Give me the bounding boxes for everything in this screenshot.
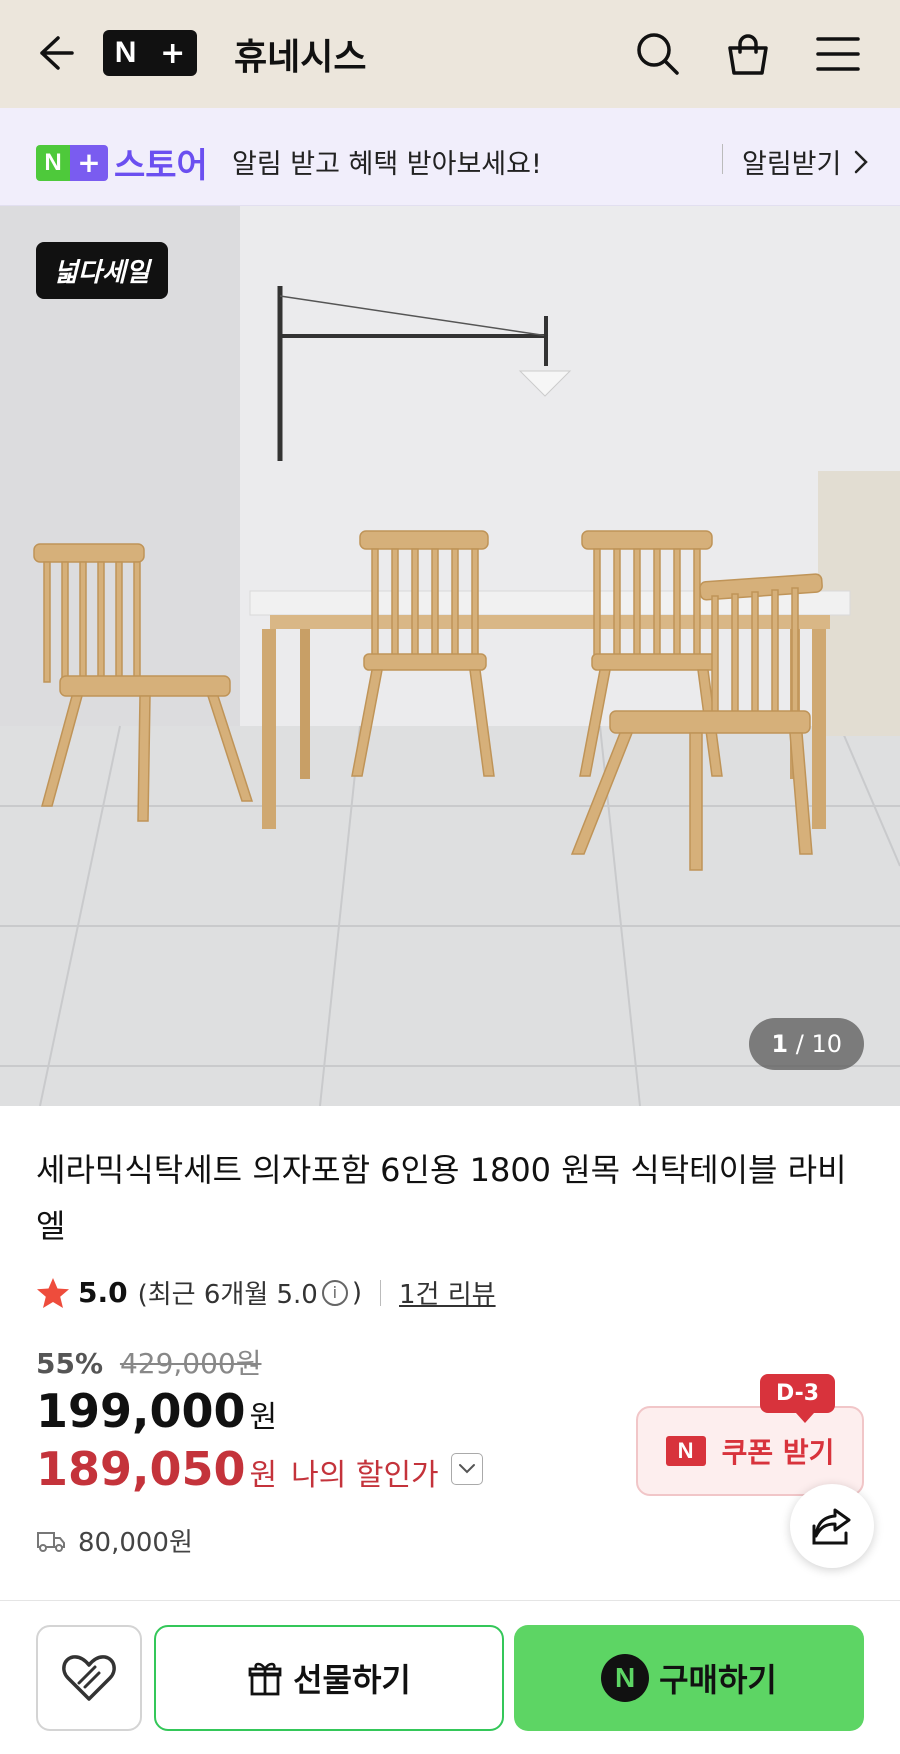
coupon-button[interactable]: N 쿠폰 받기 <box>636 1406 864 1496</box>
my-price-currency: 원 <box>249 1458 278 1493</box>
my-price-label: 나의 할인가 <box>291 1458 439 1493</box>
discount-row: 55% 429,000원 <box>36 1342 262 1382</box>
promo-store-label: 스토어 <box>114 146 208 186</box>
promo-message: 알림 받고 혜택 받아보세요! <box>232 149 542 180</box>
discount-rate: 55% <box>36 1347 104 1380</box>
promo-logo-n: N <box>36 144 70 181</box>
my-discount-price: 189,050 <box>36 1442 246 1496</box>
logo-plus: + <box>160 35 186 71</box>
wishlist-button[interactable] <box>36 1625 142 1731</box>
recent-rating-close: ) <box>351 1277 363 1308</box>
coupon-n-logo: N <box>665 1436 706 1466</box>
review-count-link[interactable]: 1건 리뷰 <box>399 1274 496 1311</box>
star-icon <box>37 1277 69 1308</box>
shipping-fee: 80,000원 <box>78 1528 193 1558</box>
recent-rating: (최근 6개월 5.0 <box>137 1280 318 1310</box>
naver-pay-n-icon: N <box>601 1654 650 1702</box>
product-image-gallery[interactable]: 넓다세일 1 / 10 <box>0 206 900 1106</box>
search-icon[interactable] <box>630 26 686 82</box>
store-name[interactable]: 휴네시스 <box>234 28 366 80</box>
subscribe-alert-button[interactable]: 알림받기 <box>742 142 869 181</box>
sale-price-row: 199,000 원 <box>36 1384 277 1438</box>
menu-icon[interactable] <box>810 26 866 82</box>
shipping-row: 80,000원 <box>36 1522 193 1559</box>
sale-price-currency: 원 <box>249 1400 278 1435</box>
gift-label: 선물하기 <box>293 1661 411 1699</box>
shopping-bag-icon[interactable] <box>720 26 776 82</box>
buy-label: 구매하기 <box>659 1661 777 1699</box>
naver-plus-logo[interactable]: N + <box>103 30 197 76</box>
sale-badge: 넓다세일 <box>36 242 168 299</box>
gift-button[interactable]: 선물하기 <box>154 1625 504 1731</box>
product-photo <box>0 206 900 1106</box>
rating-score: 5.0 <box>78 1276 128 1309</box>
back-arrow-icon[interactable] <box>28 28 78 78</box>
bottom-action-bar: 선물하기 N 구매하기 <box>0 1600 900 1754</box>
buy-button[interactable]: N 구매하기 <box>514 1625 864 1731</box>
sale-price: 199,000 <box>36 1384 246 1438</box>
logo-n: N <box>114 36 137 69</box>
heart-icon <box>62 1655 116 1701</box>
share-icon <box>812 1508 851 1545</box>
top-navigation-bar: N + 휴네시스 <box>0 0 900 108</box>
info-icon[interactable]: i <box>321 1279 348 1306</box>
image-counter: 1 / 10 <box>749 1018 864 1070</box>
rating-divider <box>380 1279 382 1306</box>
coupon-label: 쿠폰 받기 <box>721 1436 835 1469</box>
chevron-right-icon <box>855 150 869 173</box>
image-counter-total: / 10 <box>795 1030 842 1058</box>
subscribe-alert-label: 알림받기 <box>742 149 842 180</box>
naver-plus-store-logo: N + 스토어 <box>36 138 208 187</box>
my-price-row: 189,050 원 나의 할인가 <box>36 1442 483 1496</box>
promo-divider <box>722 144 723 174</box>
notification-promo-banner[interactable]: N + 스토어 알림 받고 혜택 받아보세요! 알림받기 <box>0 108 900 206</box>
image-counter-current: 1 <box>771 1030 789 1058</box>
truck-icon <box>37 1531 65 1552</box>
promo-logo-plus: + <box>70 144 108 181</box>
d-day-badge: D-3 <box>760 1374 836 1423</box>
gift-icon <box>248 1662 282 1696</box>
share-button[interactable] <box>790 1484 874 1568</box>
original-price: 429,000원 <box>119 1347 262 1380</box>
chevron-down-icon[interactable] <box>450 1453 483 1485</box>
product-title: 세라믹식탁세트 의자포함 6인용 1800 원목 식탁테이블 라비엘 <box>36 1151 847 1245</box>
rating-row: 5.0 (최근 6개월 5.0 i ) 1건 리뷰 <box>36 1274 496 1311</box>
